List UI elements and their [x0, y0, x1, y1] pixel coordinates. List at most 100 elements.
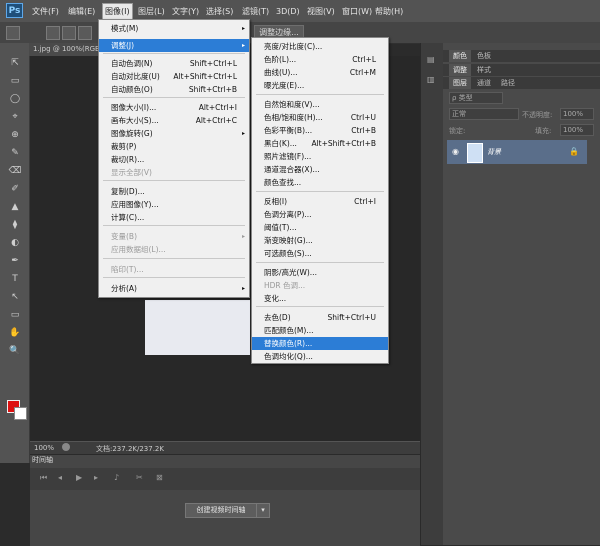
menu-10[interactable]: 帮助(H) — [373, 4, 405, 19]
adjust-menu-item[interactable]: 色相/饱和度(H)... Ctrl+U — [252, 111, 388, 124]
blend-mode-select[interactable]: 正常 — [449, 108, 519, 120]
properties-icon[interactable]: ▥ — [427, 75, 435, 84]
tool-4-icon[interactable]: ⊕ — [8, 129, 22, 142]
tab-swatches[interactable]: 色板 — [473, 50, 495, 62]
menu-8[interactable]: 视图(V) — [305, 4, 337, 19]
menu-9[interactable]: 窗口(W) — [340, 4, 374, 19]
image-menu-item[interactable]: 调整(J) ▸ — [99, 39, 249, 52]
tab-styles[interactable]: 样式 — [473, 64, 495, 76]
tool-6-icon[interactable]: ⌫ — [8, 165, 22, 178]
prev-frame-icon[interactable]: ◂ — [58, 473, 62, 482]
tool-0-icon[interactable]: ⇱ — [8, 57, 22, 70]
timeline-dropdown-button[interactable]: ▾ — [256, 503, 270, 518]
play-icon[interactable]: ▶ — [76, 473, 82, 482]
first-frame-icon[interactable]: ⏮ — [40, 473, 47, 483]
menu-6[interactable]: 滤镜(T) — [240, 4, 271, 19]
menu-5[interactable]: 选择(S) — [204, 4, 235, 19]
create-video-timeline-button[interactable]: 创建视频时间轴 — [185, 503, 257, 518]
tab-adjustments[interactable]: 调整 — [449, 64, 471, 76]
image-menu-item: 变量(B) ▸ — [99, 230, 249, 243]
document-tab[interactable]: 1.jpg @ 100%(RGB/8) — [29, 43, 105, 56]
image-menu-item[interactable]: 模式(M) ▸ — [99, 22, 249, 35]
adjust-menu-item[interactable]: 去色(D) Shift+Ctrl+U — [252, 311, 388, 324]
tool-15-icon[interactable]: ✋ — [8, 327, 22, 340]
tool-13-icon[interactable]: ↖ — [8, 291, 22, 304]
tool-10-icon[interactable]: ◐ — [8, 237, 22, 250]
tool-9-icon[interactable]: ⧫ — [8, 219, 22, 232]
adjust-menu-item[interactable]: 色调分离(P)... — [252, 208, 388, 221]
selection-new-icon[interactable] — [46, 26, 60, 40]
image-menu-item[interactable]: 自动颜色(O) Shift+Ctrl+B — [99, 83, 249, 96]
adjust-menu-item[interactable]: 通道混合器(X)... — [252, 163, 388, 176]
adjust-menu-item[interactable]: 色阶(L)... Ctrl+L — [252, 53, 388, 66]
adjust-menu-item[interactable]: 自然饱和度(V)... — [252, 98, 388, 111]
tab-channels[interactable]: 通道 — [473, 77, 495, 89]
tool-14-icon[interactable]: ▭ — [8, 309, 22, 322]
image-menu-item[interactable]: 裁切(R)... — [99, 153, 249, 166]
tool-5-icon[interactable]: ✎ — [8, 147, 22, 160]
image-menu-item[interactable]: 自动对比度(U) Alt+Shift+Ctrl+L — [99, 70, 249, 83]
image-menu-item[interactable]: 自动色调(N) Shift+Ctrl+L — [99, 57, 249, 70]
opacity-field[interactable]: 100% — [560, 108, 594, 120]
tab-paths[interactable]: 路径 — [497, 77, 519, 89]
layer-name[interactable]: 背景 — [487, 147, 501, 157]
menu-item-label: 黑白(K)... — [264, 139, 297, 148]
scissors-icon[interactable]: ✂ — [136, 473, 143, 482]
next-frame-icon[interactable]: ▸ — [94, 473, 98, 482]
image-menu-item[interactable]: 分析(A) ▸ — [99, 282, 249, 295]
tool-7-icon[interactable]: ✐ — [8, 183, 22, 196]
tool-12-icon[interactable]: T — [8, 273, 22, 286]
adjust-menu-item[interactable]: 照片滤镜(F)... — [252, 150, 388, 163]
layer-kind-filter[interactable]: ρ 类型 — [449, 92, 503, 104]
selection-add-icon[interactable] — [62, 26, 76, 40]
history-icon[interactable]: ▤ — [427, 55, 435, 64]
image-menu-item[interactable]: 画布大小(S)... Alt+Ctrl+C — [99, 114, 249, 127]
image-menu-item[interactable]: 应用图像(Y)... — [99, 198, 249, 211]
tool-8-icon[interactable]: ▲ — [8, 201, 22, 214]
adjust-menu-item[interactable]: 替换颜色(R)... — [252, 337, 388, 350]
adjust-menu-item[interactable]: 曲线(U)... Ctrl+M — [252, 66, 388, 79]
status-info-icon[interactable] — [62, 443, 70, 451]
image-menu-item[interactable]: 裁剪(P) — [99, 140, 249, 153]
visibility-eye-icon[interactable]: ◉ — [452, 147, 459, 156]
audio-icon[interactable]: ♪ — [114, 473, 119, 482]
transition-icon[interactable]: ⊠ — [156, 473, 163, 482]
background-color-swatch[interactable] — [14, 407, 27, 420]
menu-2[interactable]: 图像(I) — [102, 3, 133, 20]
adjust-menu-item[interactable]: 黑白(K)... Alt+Shift+Ctrl+B — [252, 137, 388, 150]
adjust-menu-item[interactable]: 色彩平衡(B)... Ctrl+B — [252, 124, 388, 137]
image-canvas[interactable] — [145, 300, 250, 355]
tab-layers[interactable]: 图层 — [449, 77, 471, 89]
adjust-menu-item[interactable]: 变化... — [252, 292, 388, 305]
tool-2-icon[interactable]: ◯ — [8, 93, 22, 106]
image-menu-item[interactable]: 图像大小(I)... Alt+Ctrl+I — [99, 101, 249, 114]
adjust-menu-item[interactable]: 颜色查找... — [252, 176, 388, 189]
tool-1-icon[interactable]: ▭ — [8, 75, 22, 88]
tool-3-icon[interactable]: ⌖ — [8, 111, 22, 124]
image-menu-item[interactable]: 计算(C)... — [99, 211, 249, 224]
adjust-menu-item[interactable]: 渐变映射(G)... — [252, 234, 388, 247]
adjust-menu-item[interactable]: 匹配颜色(M)... — [252, 324, 388, 337]
menu-7[interactable]: 3D(D) — [274, 4, 302, 19]
adjust-menu-item[interactable]: 可选颜色(S)... — [252, 247, 388, 260]
zoom-level[interactable]: 100% — [34, 444, 54, 452]
menu-1[interactable]: 编辑(E) — [66, 4, 97, 19]
fill-field[interactable]: 100% — [560, 124, 594, 136]
timeline-tab[interactable]: 时间轴 — [32, 455, 53, 465]
adjust-menu-item[interactable]: 阈值(T)... — [252, 221, 388, 234]
menu-4[interactable]: 文字(Y) — [170, 4, 201, 19]
adjust-menu-item[interactable]: 阴影/高光(W)... — [252, 266, 388, 279]
lasso-preset-icon[interactable] — [6, 26, 20, 40]
adjust-menu-item[interactable]: 反相(I) Ctrl+I — [252, 195, 388, 208]
selection-subtract-icon[interactable] — [78, 26, 92, 40]
menu-0[interactable]: 文件(F) — [30, 4, 61, 19]
image-menu-item[interactable]: 复制(D)... — [99, 185, 249, 198]
adjust-menu-item[interactable]: 色调均化(Q)... — [252, 350, 388, 363]
menu-3[interactable]: 图层(L) — [136, 4, 167, 19]
tab-color[interactable]: 颜色 — [449, 50, 471, 62]
image-menu-item[interactable]: 图像旋转(G) ▸ — [99, 127, 249, 140]
adjust-menu-item[interactable]: 亮度/对比度(C)... — [252, 40, 388, 53]
adjust-menu-item[interactable]: 曝光度(E)... — [252, 79, 388, 92]
tool-11-icon[interactable]: ✒ — [8, 255, 22, 268]
tool-16-icon[interactable]: 🔍 — [8, 345, 22, 358]
